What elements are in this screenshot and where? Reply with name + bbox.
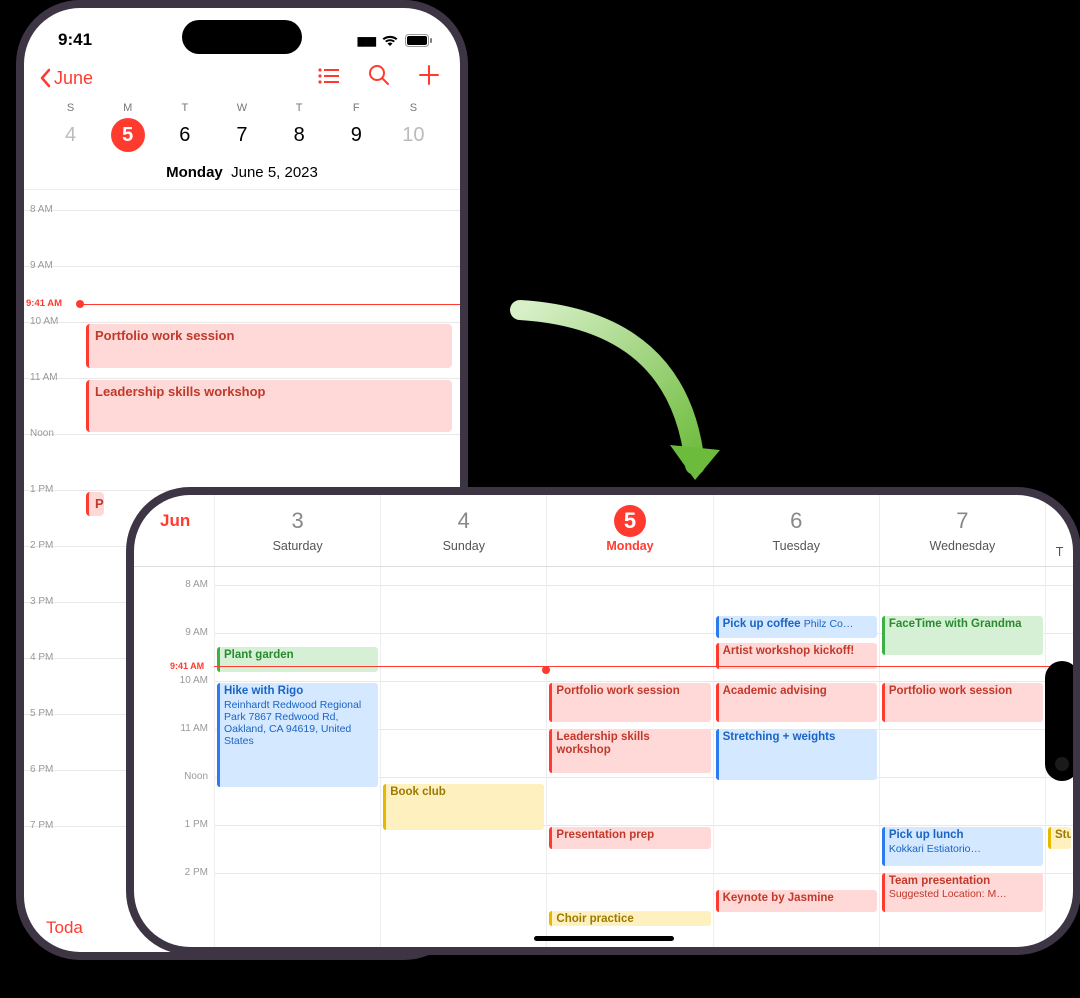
wifi-icon: [381, 34, 399, 47]
calendar-event[interactable]: Pick up coffee Philz Co…: [716, 616, 877, 638]
weekday-label: T: [271, 102, 328, 114]
month-label[interactable]: Jun: [134, 495, 214, 566]
calendar-event[interactable]: Portfolio work session: [86, 324, 452, 368]
hour-label: 7 PM: [30, 820, 53, 831]
full-date-label: Monday June 5, 2023: [24, 160, 460, 190]
hour-label: 11 AM: [30, 372, 58, 383]
day-header[interactable]: 6Tuesday: [713, 495, 879, 566]
hour-label: 9 AM: [30, 260, 53, 271]
phone-landscape-frame: Jun 3Saturday4Sunday5Monday6Tuesday7Wedn…: [126, 487, 1080, 955]
hour-label: 2 PM: [30, 540, 53, 551]
day-header[interactable]: 5Monday: [546, 495, 712, 566]
day-column[interactable]: Plant garden Hike with RigoReinhardt Redw…: [214, 567, 380, 947]
hour-label: 1 PM: [30, 484, 53, 495]
calendar-event[interactable]: Portfolio work session: [882, 683, 1043, 722]
add-event-icon[interactable]: [418, 64, 440, 92]
hour-label: 10 AM: [134, 675, 214, 686]
weekday-label: W: [213, 102, 270, 114]
week-grid[interactable]: 8 AM9 AM10 AM11 AMNoon1 PM2 PM 9:41 AMPl…: [134, 567, 1073, 947]
date-cell[interactable]: 9: [328, 118, 385, 152]
status-time: 9:41: [58, 30, 92, 50]
back-label: June: [54, 68, 93, 89]
date-cell[interactable]: 8: [271, 118, 328, 152]
hour-label: 5 PM: [30, 708, 53, 719]
day-header[interactable]: 3Saturday: [214, 495, 380, 566]
search-icon[interactable]: [368, 64, 390, 92]
day-column[interactable]: FaceTime with Grandma Portfolio work sess…: [879, 567, 1045, 947]
calendar-event[interactable]: FaceTime with Grandma: [882, 616, 1043, 655]
day-header[interactable]: T: [1045, 495, 1073, 566]
day-header[interactable]: 4Sunday: [380, 495, 546, 566]
weekday-label: S: [385, 102, 442, 114]
dynamic-island: [182, 20, 302, 54]
list-view-icon[interactable]: [318, 65, 340, 91]
nav-bar: June: [24, 58, 460, 102]
weekday-row: SMTWTFS: [24, 102, 460, 114]
landscape-screen: Jun 3Saturday4Sunday5Monday6Tuesday7Wedn…: [134, 495, 1073, 947]
hour-label: 11 AM: [134, 723, 214, 734]
calendar-event[interactable]: Book club: [383, 784, 544, 830]
calendar-event[interactable]: Hike with RigoReinhardt Redwood Regional…: [217, 683, 378, 787]
calendar-event[interactable]: Student: [1048, 827, 1071, 849]
calendar-event[interactable]: Academic advising: [716, 683, 877, 722]
weekday-label: T: [156, 102, 213, 114]
weekday-label: M: [99, 102, 156, 114]
hour-label: Noon: [30, 428, 54, 439]
date-cell[interactable]: 4: [42, 118, 99, 152]
date-cell[interactable]: 5: [99, 118, 156, 152]
today-button[interactable]: Toda: [46, 918, 83, 938]
calendar-event[interactable]: Portfolio work session: [549, 683, 710, 722]
battery-icon: [405, 34, 432, 47]
current-time-indicator: [80, 304, 460, 305]
calendar-event[interactable]: Keynote by Jasmine: [716, 890, 877, 912]
hour-label: 1 PM: [134, 819, 214, 830]
hour-label: 3 PM: [30, 596, 53, 607]
calendar-event[interactable]: Choir practice: [549, 911, 710, 926]
hour-label: Noon: [134, 771, 214, 782]
day-column[interactable]: Book club: [380, 567, 546, 947]
day-column[interactable]: Pick up coffee Philz Co…Artist workshop …: [713, 567, 879, 947]
weekday-label: S: [42, 102, 99, 114]
calendar-event[interactable]: Pick up lunchKokkari Estiatorio…: [882, 827, 1043, 866]
hour-label: 9 AM: [134, 627, 214, 638]
calendar-event[interactable]: P: [86, 492, 104, 516]
day-header[interactable]: 7Wednesday: [879, 495, 1045, 566]
hour-label: 4 PM: [30, 652, 53, 663]
time-gutter: 8 AM 9 AM 10 AM 11 AM Noon 1 PM 2 PM: [134, 567, 214, 947]
weekday-label: F: [328, 102, 385, 114]
hour-label: 10 AM: [30, 316, 58, 327]
calendar-event[interactable]: Plant garden: [217, 647, 378, 671]
hour-label: 8 AM: [134, 579, 214, 590]
calendar-event[interactable]: Team presentationSuggested Location: M…: [882, 873, 1043, 912]
date-cell[interactable]: 7: [213, 118, 270, 152]
calendar-event[interactable]: Presentation prep: [549, 827, 710, 849]
date-cell[interactable]: 10: [385, 118, 442, 152]
cellular-signal-icon: [357, 30, 375, 50]
dynamic-island-landscape: [1045, 661, 1073, 781]
date-row: 45678910: [24, 114, 460, 160]
calendar-event[interactable]: Leadership skills workshop: [549, 729, 710, 773]
current-time-indicator: [214, 666, 1073, 667]
calendar-event[interactable]: Stretching + weights: [716, 729, 877, 780]
back-button[interactable]: June: [38, 68, 93, 89]
day-column[interactable]: Portfolio work session Leadership skills …: [546, 567, 712, 947]
chevron-left-icon: [38, 68, 52, 88]
hour-label: 6 PM: [30, 764, 53, 775]
date-cell[interactable]: 6: [156, 118, 213, 152]
hour-label: 2 PM: [134, 867, 214, 878]
week-header: Jun 3Saturday4Sunday5Monday6Tuesday7Wedn…: [134, 495, 1073, 567]
calendar-event[interactable]: Leadership skills workshop: [86, 380, 452, 432]
hour-label: 8 AM: [30, 204, 53, 215]
home-indicator: [534, 936, 674, 941]
